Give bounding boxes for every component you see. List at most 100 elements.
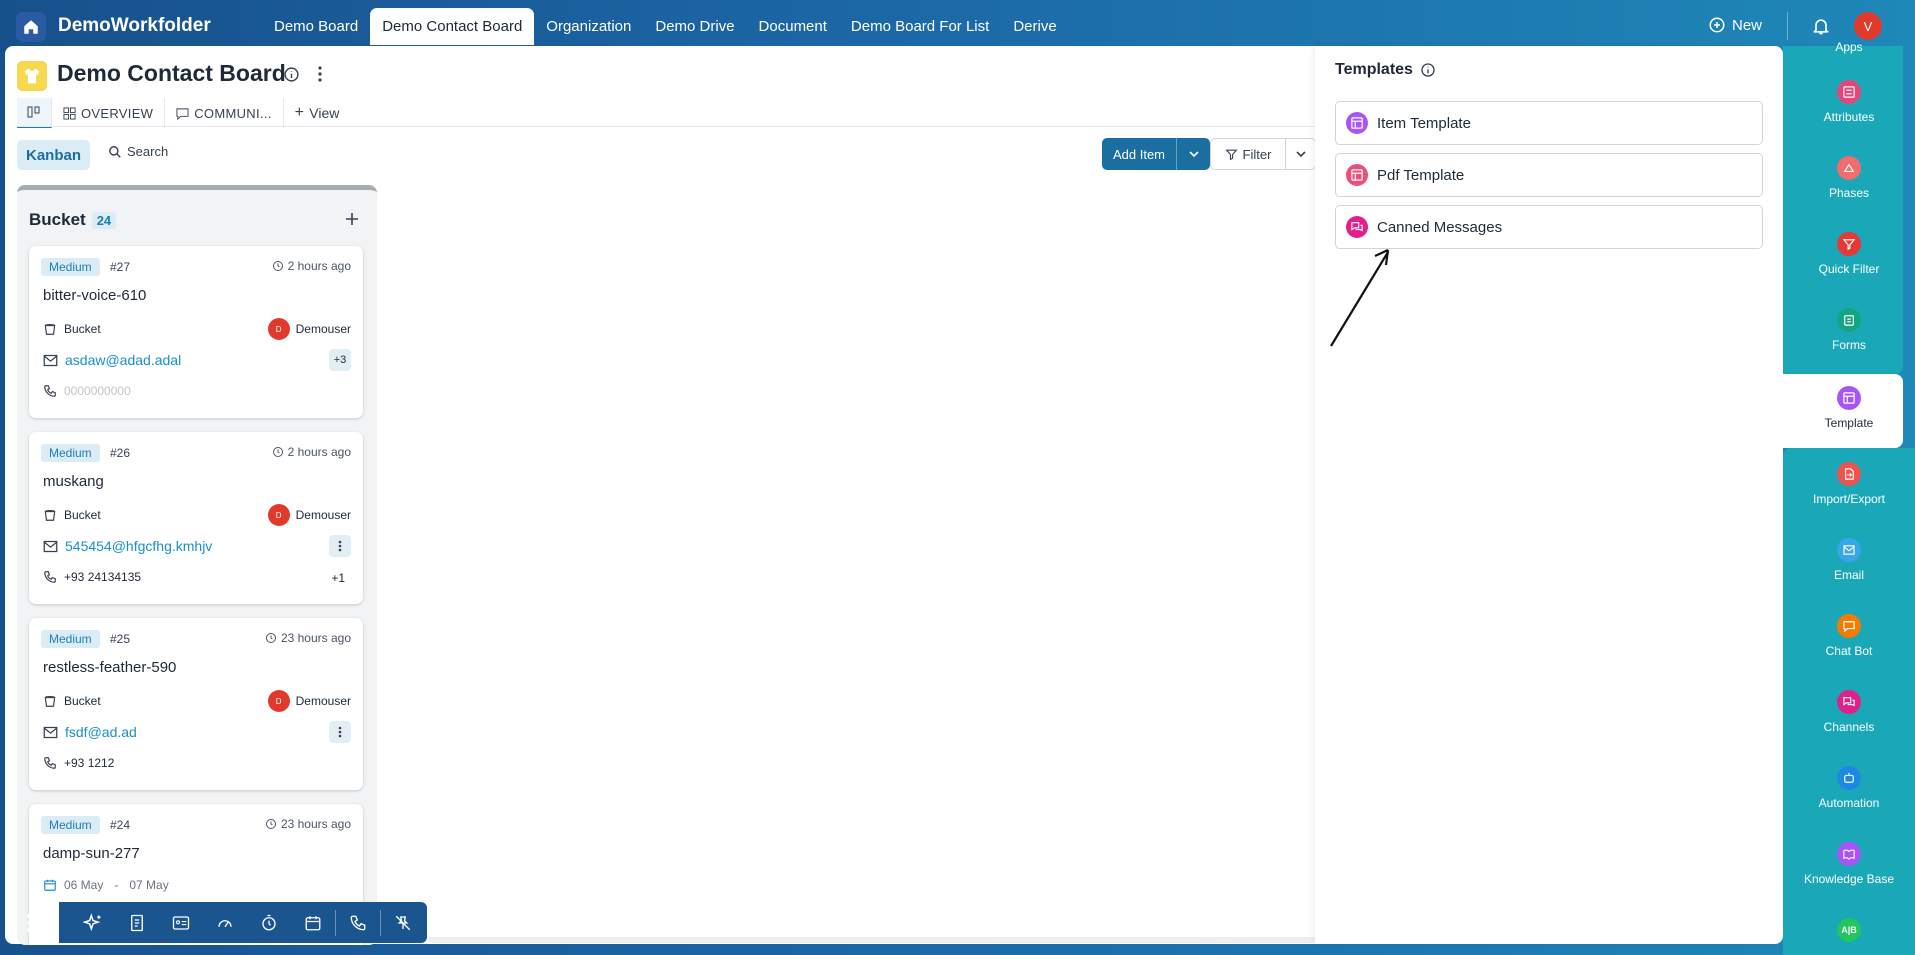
kanban-button[interactable]: Kanban <box>17 140 90 170</box>
sidebar-item-template[interactable]: Template <box>1783 386 1915 430</box>
more-vertical-icon[interactable] <box>317 65 323 83</box>
card-title[interactable]: muskang <box>43 473 104 490</box>
sidebar-item-channels[interactable]: Channels <box>1783 690 1915 734</box>
panel-title-label: Templates <box>1335 61 1413 78</box>
sparkle-ai-icon[interactable] <box>71 902 115 943</box>
id-card-icon[interactable] <box>159 902 203 943</box>
sidebar-item-automation[interactable]: Automation <box>1783 766 1915 810</box>
tab-demo-drive[interactable]: Demo Drive <box>643 8 746 45</box>
date-range-field[interactable]: 06 May - 07 May <box>43 878 169 892</box>
phone-more-badge[interactable]: +1 <box>331 571 345 585</box>
owner-field[interactable]: D Demouser <box>267 504 351 526</box>
sidebar-item-ab[interactable]: A|B <box>1783 918 1915 942</box>
card-title[interactable]: bitter-voice-610 <box>43 287 146 304</box>
tab-communication[interactable]: COMMUNI... <box>165 98 284 128</box>
sidebar-item-quick-filter[interactable]: Quick Filter <box>1783 232 1915 276</box>
email-more-badge[interactable]: +3 <box>329 349 351 371</box>
filter-main[interactable]: Filter <box>1211 139 1286 169</box>
email-field[interactable]: asdaw@adad.adal <box>43 352 181 368</box>
priority-badge: Medium <box>41 444 100 462</box>
sidebar-item-knowledge-base[interactable]: Knowledge Base <box>1783 842 1915 886</box>
item-number: #27 <box>110 260 131 274</box>
pdf-template-option[interactable]: Pdf Template <box>1335 153 1763 197</box>
bottom-dock <box>13 900 427 945</box>
card-title[interactable]: restless-feather-590 <box>43 659 176 676</box>
owner-field[interactable]: D Demouser <box>267 318 351 340</box>
home-icon[interactable] <box>16 12 46 42</box>
apps-grid-icon[interactable] <box>13 900 58 945</box>
canned-messages-option[interactable]: Canned Messages <box>1335 205 1763 249</box>
kanban-card[interactable]: Medium #26 2 hours ago muskang Bucket D … <box>29 432 363 604</box>
add-item-button[interactable]: Add Item <box>1102 138 1210 170</box>
timer-icon[interactable] <box>247 902 291 943</box>
sidebar-item-phases[interactable]: Phases <box>1783 156 1915 200</box>
channels-icon <box>1837 690 1861 714</box>
date-start: 06 May <box>64 878 104 892</box>
phone-icon[interactable] <box>336 902 380 943</box>
sidebar-item-forms[interactable]: Forms <box>1783 308 1915 352</box>
owner-field[interactable]: D Demouser <box>267 690 351 712</box>
phone-field[interactable]: 0000000000 <box>43 384 131 398</box>
column-header: Bucket 24 <box>29 210 117 230</box>
sidebar-item-apps[interactable]: Apps <box>1783 40 1915 54</box>
sidebar-item-import-export[interactable]: Import/Export <box>1783 462 1915 506</box>
page-title: Demo Contact Board <box>57 60 286 86</box>
kanban-card[interactable]: Medium #27 2 hours ago bitter-voice-610 … <box>29 246 363 418</box>
annotation-arrow <box>1330 249 1390 347</box>
kanban-card[interactable]: Medium #25 23 hours ago restless-feather… <box>29 618 363 790</box>
tab-document[interactable]: Document <box>747 8 839 45</box>
info-icon[interactable] <box>283 66 300 83</box>
bucket-icon <box>44 696 56 707</box>
sidebar-item-attributes[interactable]: Attributes <box>1783 80 1915 124</box>
bell-icon[interactable] <box>1811 15 1831 37</box>
sidebar-item-label: Apps <box>1835 40 1863 54</box>
phone-field[interactable]: +93 24134135 <box>43 570 141 584</box>
search-button[interactable]: Search <box>108 144 168 159</box>
phone-value: +93 24134135 <box>64 570 142 584</box>
email-field[interactable]: fsdf@ad.ad <box>43 724 137 740</box>
add-item-label[interactable]: Add Item <box>1102 138 1177 170</box>
email-value: fsdf@ad.ad <box>65 724 137 740</box>
tab-derive[interactable]: Derive <box>1001 8 1068 45</box>
phone-field[interactable]: +93 1212 <box>43 756 114 770</box>
email-field[interactable]: 545454@hfgcfhg.kmhjv <box>43 538 212 554</box>
sidebar-item-label: Forms <box>1832 338 1866 352</box>
time-label: 23 hours ago <box>280 631 351 645</box>
document-icon[interactable] <box>115 902 159 943</box>
card-title[interactable]: damp-sun-277 <box>43 845 140 862</box>
time-label: 23 hours ago <box>280 817 351 831</box>
tab-kanban-view[interactable] <box>17 98 52 128</box>
tab-overview[interactable]: OVERVIEW <box>52 98 166 128</box>
tab-organization[interactable]: Organization <box>534 8 643 45</box>
user-avatar[interactable]: V <box>1854 12 1882 40</box>
sidebar-item-email[interactable]: Email <box>1783 538 1915 582</box>
filter-button[interactable]: Filter <box>1210 138 1316 170</box>
tab-demo-board[interactable]: Demo Board <box>262 8 370 45</box>
tab-demo-contact-board[interactable]: Demo Contact Board <box>370 8 535 45</box>
item-template-label: Item Template <box>1377 114 1471 132</box>
time-label: 2 hours ago <box>287 445 351 459</box>
more-vertical-icon[interactable] <box>329 535 351 557</box>
owner-name: Demouser <box>295 694 351 708</box>
more-vertical-icon[interactable] <box>329 721 351 743</box>
horizontal-scrollbar[interactable] <box>428 937 1316 943</box>
tab-demo-board-for-list[interactable]: Demo Board For List <box>839 8 1001 45</box>
time-ago: 23 hours ago <box>265 817 351 831</box>
add-view-button[interactable]: + View <box>284 98 351 128</box>
search-label: Search <box>127 144 169 159</box>
calendar-icon[interactable] <box>291 902 335 943</box>
item-template-option[interactable]: Item Template <box>1335 101 1763 145</box>
chevron-down-icon[interactable] <box>1177 138 1210 170</box>
gauge-icon[interactable] <box>203 902 247 943</box>
priority-badge: Medium <box>41 258 100 276</box>
top-bar: DemoWorkfolder Demo Board Demo Contact B… <box>0 0 1915 52</box>
new-button[interactable]: New <box>1708 16 1762 34</box>
chevron-down-icon[interactable] <box>1286 139 1315 169</box>
sidebar-item-chat-bot[interactable]: Chat Bot <box>1783 614 1915 658</box>
clock-icon <box>265 633 276 643</box>
bucket-field: Bucket <box>43 322 101 336</box>
sidebar-item-label: Phases <box>1828 186 1870 200</box>
unpin-icon[interactable] <box>381 902 425 943</box>
add-card-icon[interactable] <box>345 212 359 226</box>
info-icon[interactable] <box>1420 62 1436 78</box>
